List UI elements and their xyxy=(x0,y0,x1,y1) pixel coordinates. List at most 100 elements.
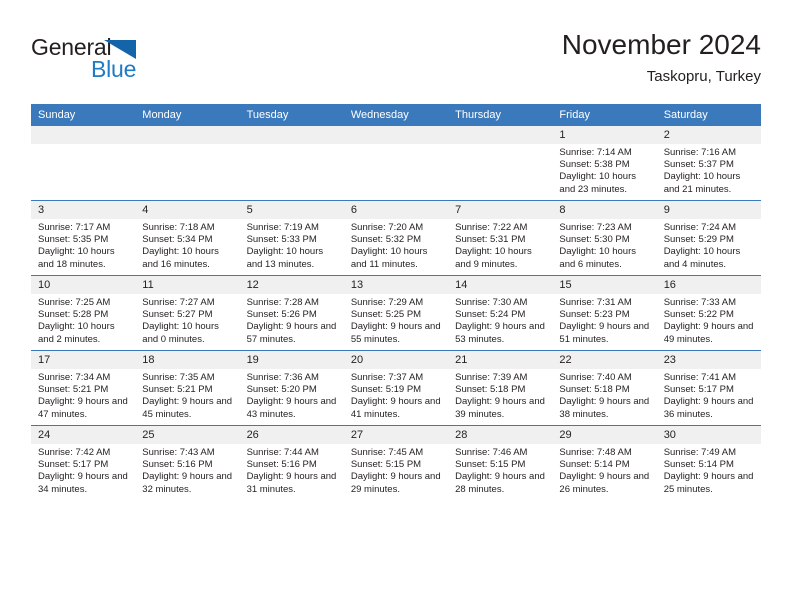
calendar-day-cell[interactable]: 29 Sunrise: 7:48 AM Sunset: 5:14 PM Dayligh… xyxy=(552,425,657,500)
weekday-header-monday: Monday xyxy=(135,104,240,126)
calendar-day-cell[interactable]: 26 Sunrise: 7:44 AM Sunset: 5:16 PM Dayligh… xyxy=(239,425,344,500)
calendar-day-cell[interactable]: 16 Sunrise: 7:33 AM Sunset: 5:22 PM Dayligh… xyxy=(656,275,761,351)
calendar-day-cell-empty xyxy=(135,126,240,201)
day-details: Sunrise: 7:42 AM Sunset: 5:17 PM Daylight:… xyxy=(31,444,135,496)
daylight-text: Daylight: 10 hours and 9 minutes. xyxy=(455,246,532,270)
calendar-day-cell[interactable]: 14 Sunrise: 7:30 AM Sunset: 5:24 PM Dayligh… xyxy=(448,275,553,351)
calendar-week-row: 24 Sunrise: 7:42 AM Sunset: 5:17 PM Dayligh… xyxy=(31,425,761,500)
calendar-week-row: 1 Sunrise: 7:14 AM Sunset: 5:38 PM Daylight… xyxy=(31,126,761,201)
sunset-text: Sunset: 5:17 PM xyxy=(38,459,109,471)
day-details: Sunrise: 7:33 AM Sunset: 5:22 PM Daylight:… xyxy=(657,294,761,346)
calendar-day-cell[interactable]: 9 Sunrise: 7:24 AM Sunset: 5:29 PM Daylight… xyxy=(656,200,761,276)
daylight-text: Daylight: 9 hours and 26 minutes. xyxy=(559,471,650,495)
sunrise-text: Sunrise: 7:31 AM xyxy=(559,297,632,308)
general-blue-logo[interactable]: General Blue xyxy=(31,34,211,90)
day-number: 24 xyxy=(31,426,136,444)
daylight-text: Daylight: 9 hours and 51 minutes. xyxy=(559,321,650,345)
calendar-day-cell[interactable]: 8 Sunrise: 7:23 AM Sunset: 5:30 PM Daylight… xyxy=(552,200,657,276)
sunrise-text: Sunrise: 7:14 AM xyxy=(559,147,632,158)
daylight-text: Daylight: 9 hours and 29 minutes. xyxy=(350,471,441,495)
day-number: 19 xyxy=(239,351,344,369)
day-details: Sunrise: 7:44 AM Sunset: 5:16 PM Daylight:… xyxy=(240,444,344,496)
day-details: Sunrise: 7:27 AM Sunset: 5:27 PM Daylight:… xyxy=(135,294,239,346)
daylight-text: Daylight: 10 hours and 16 minutes. xyxy=(142,246,219,270)
day-details: Sunrise: 7:17 AM Sunset: 5:35 PM Daylight:… xyxy=(31,219,135,271)
daylight-text: Daylight: 9 hours and 55 minutes. xyxy=(350,321,441,345)
calendar-day-cell[interactable]: 7 Sunrise: 7:22 AM Sunset: 5:31 PM Daylight… xyxy=(448,200,553,276)
calendar-day-cell[interactable]: 27 Sunrise: 7:45 AM Sunset: 5:15 PM Dayligh… xyxy=(343,425,449,500)
day-details: Sunrise: 7:25 AM Sunset: 5:28 PM Daylight:… xyxy=(31,294,135,346)
day-details: Sunrise: 7:24 AM Sunset: 5:29 PM Daylight:… xyxy=(657,219,761,271)
daylight-text: Daylight: 9 hours and 25 minutes. xyxy=(663,471,754,495)
daylight-text: Daylight: 9 hours and 32 minutes. xyxy=(142,471,233,495)
daylight-text: Daylight: 10 hours and 2 minutes. xyxy=(38,321,115,345)
day-number: 23 xyxy=(656,351,761,369)
day-number: 11 xyxy=(135,276,240,294)
day-cell-inner: 5 Sunrise: 7:19 AM Sunset: 5:33 PM Daylight… xyxy=(239,201,344,275)
title-block: November 2024 Taskopru, Turkey xyxy=(562,28,761,88)
sunset-text: Sunset: 5:32 PM xyxy=(350,234,422,246)
daylight-text: Daylight: 9 hours and 45 minutes. xyxy=(142,396,233,420)
calendar-day-cell[interactable]: 21 Sunrise: 7:39 AM Sunset: 5:18 PM Dayligh… xyxy=(448,350,553,426)
calendar-day-cell[interactable]: 19 Sunrise: 7:36 AM Sunset: 5:20 PM Dayligh… xyxy=(239,350,344,426)
daylight-text: Daylight: 9 hours and 49 minutes. xyxy=(663,321,754,345)
sunset-text: Sunset: 5:14 PM xyxy=(559,459,630,471)
day-details: Sunrise: 7:39 AM Sunset: 5:18 PM Daylight:… xyxy=(448,369,552,421)
day-cell-inner: 15 Sunrise: 7:31 AM Sunset: 5:23 PM Dayligh… xyxy=(552,276,657,350)
day-number: 4 xyxy=(135,201,240,219)
day-details: Sunrise: 7:30 AM Sunset: 5:24 PM Daylight:… xyxy=(448,294,552,346)
calendar-day-cell[interactable]: 20 Sunrise: 7:37 AM Sunset: 5:19 PM Dayligh… xyxy=(343,350,449,426)
weekday-header-tuesday: Tuesday xyxy=(239,104,344,126)
daylight-text: Daylight: 9 hours and 57 minutes. xyxy=(246,321,337,345)
calendar-day-cell[interactable]: 6 Sunrise: 7:20 AM Sunset: 5:32 PM Daylight… xyxy=(343,200,449,276)
day-cell-inner: 29 Sunrise: 7:48 AM Sunset: 5:14 PM Dayligh… xyxy=(552,426,657,500)
sunrise-text: Sunrise: 7:19 AM xyxy=(246,222,319,233)
day-cell-inner xyxy=(135,126,240,200)
day-details: Sunrise: 7:36 AM Sunset: 5:20 PM Daylight:… xyxy=(240,369,344,421)
day-number: 21 xyxy=(448,351,553,369)
sunset-text: Sunset: 5:18 PM xyxy=(455,384,526,396)
calendar-day-cell[interactable]: 4 Sunrise: 7:18 AM Sunset: 5:34 PM Daylight… xyxy=(135,200,240,276)
day-number: 20 xyxy=(343,351,449,369)
calendar-week-row: 17 Sunrise: 7:34 AM Sunset: 5:21 PM Dayligh… xyxy=(31,350,761,426)
calendar-day-cell[interactable]: 30 Sunrise: 7:49 AM Sunset: 5:14 PM Dayligh… xyxy=(656,425,761,500)
calendar-day-cell[interactable]: 15 Sunrise: 7:31 AM Sunset: 5:23 PM Dayligh… xyxy=(552,275,657,351)
calendar-day-cell[interactable]: 17 Sunrise: 7:34 AM Sunset: 5:21 PM Dayligh… xyxy=(31,350,136,426)
daylight-text: Daylight: 10 hours and 23 minutes. xyxy=(559,171,636,195)
calendar-day-cell[interactable]: 22 Sunrise: 7:40 AM Sunset: 5:18 PM Dayligh… xyxy=(552,350,657,426)
calendar-day-cell[interactable]: 24 Sunrise: 7:42 AM Sunset: 5:17 PM Dayligh… xyxy=(31,425,136,500)
calendar-day-cell[interactable]: 2 Sunrise: 7:16 AM Sunset: 5:37 PM Daylight… xyxy=(656,126,761,201)
calendar-day-cell[interactable]: 1 Sunrise: 7:14 AM Sunset: 5:38 PM Daylight… xyxy=(552,126,657,201)
daylight-text: Daylight: 9 hours and 36 minutes. xyxy=(663,396,754,420)
calendar-day-cell[interactable]: 25 Sunrise: 7:43 AM Sunset: 5:16 PM Dayligh… xyxy=(135,425,240,500)
calendar-day-cell[interactable]: 18 Sunrise: 7:35 AM Sunset: 5:21 PM Dayligh… xyxy=(135,350,240,426)
sunrise-sunset-calendar: Sunday Monday Tuesday Wednesday Thursday… xyxy=(31,104,761,500)
calendar-day-cell[interactable]: 3 Sunrise: 7:17 AM Sunset: 5:35 PM Daylight… xyxy=(31,200,136,276)
sunrise-text: Sunrise: 7:41 AM xyxy=(663,372,737,383)
daylight-text: Daylight: 10 hours and 6 minutes. xyxy=(559,246,636,270)
day-number: 12 xyxy=(239,276,344,294)
calendar-day-cell[interactable]: 11 Sunrise: 7:27 AM Sunset: 5:27 PM Dayligh… xyxy=(135,275,240,351)
day-cell-inner: 2 Sunrise: 7:16 AM Sunset: 5:37 PM Daylight… xyxy=(656,126,761,200)
day-cell-inner: 4 Sunrise: 7:18 AM Sunset: 5:34 PM Daylight… xyxy=(135,201,240,275)
page-title: November 2024 xyxy=(561,29,761,60)
day-cell-inner: 6 Sunrise: 7:20 AM Sunset: 5:32 PM Daylight… xyxy=(343,201,449,275)
calendar-day-cell[interactable]: 13 Sunrise: 7:29 AM Sunset: 5:25 PM Dayligh… xyxy=(343,275,449,351)
sunset-text: Sunset: 5:30 PM xyxy=(559,234,630,246)
calendar-day-cell[interactable]: 12 Sunrise: 7:28 AM Sunset: 5:26 PM Dayligh… xyxy=(239,275,344,351)
day-cell-inner: 16 Sunrise: 7:33 AM Sunset: 5:22 PM Dayligh… xyxy=(656,276,761,350)
calendar-day-cell[interactable]: 23 Sunrise: 7:41 AM Sunset: 5:17 PM Dayligh… xyxy=(656,350,761,426)
day-cell-inner: 11 Sunrise: 7:27 AM Sunset: 5:27 PM Dayligh… xyxy=(135,276,240,350)
daylight-text: Daylight: 10 hours and 18 minutes. xyxy=(38,246,115,270)
sunrise-text: Sunrise: 7:25 AM xyxy=(38,297,111,308)
calendar-week-row: 10 Sunrise: 7:25 AM Sunset: 5:28 PM Dayligh… xyxy=(31,275,761,351)
calendar-day-cell[interactable]: 28 Sunrise: 7:46 AM Sunset: 5:15 PM Dayligh… xyxy=(448,425,553,500)
logo-text-blue: Blue xyxy=(91,56,137,82)
sunrise-text: Sunrise: 7:23 AM xyxy=(559,222,632,233)
day-cell-inner: 10 Sunrise: 7:25 AM Sunset: 5:28 PM Dayligh… xyxy=(31,276,136,350)
day-number: 7 xyxy=(448,201,553,219)
weekday-header-row: Sunday Monday Tuesday Wednesday Thursday… xyxy=(31,104,761,126)
calendar-day-cell[interactable]: 5 Sunrise: 7:19 AM Sunset: 5:33 PM Daylight… xyxy=(239,200,344,276)
daylight-text: Daylight: 9 hours and 34 minutes. xyxy=(38,471,128,495)
calendar-day-cell[interactable]: 10 Sunrise: 7:25 AM Sunset: 5:28 PM Dayligh… xyxy=(31,275,136,351)
